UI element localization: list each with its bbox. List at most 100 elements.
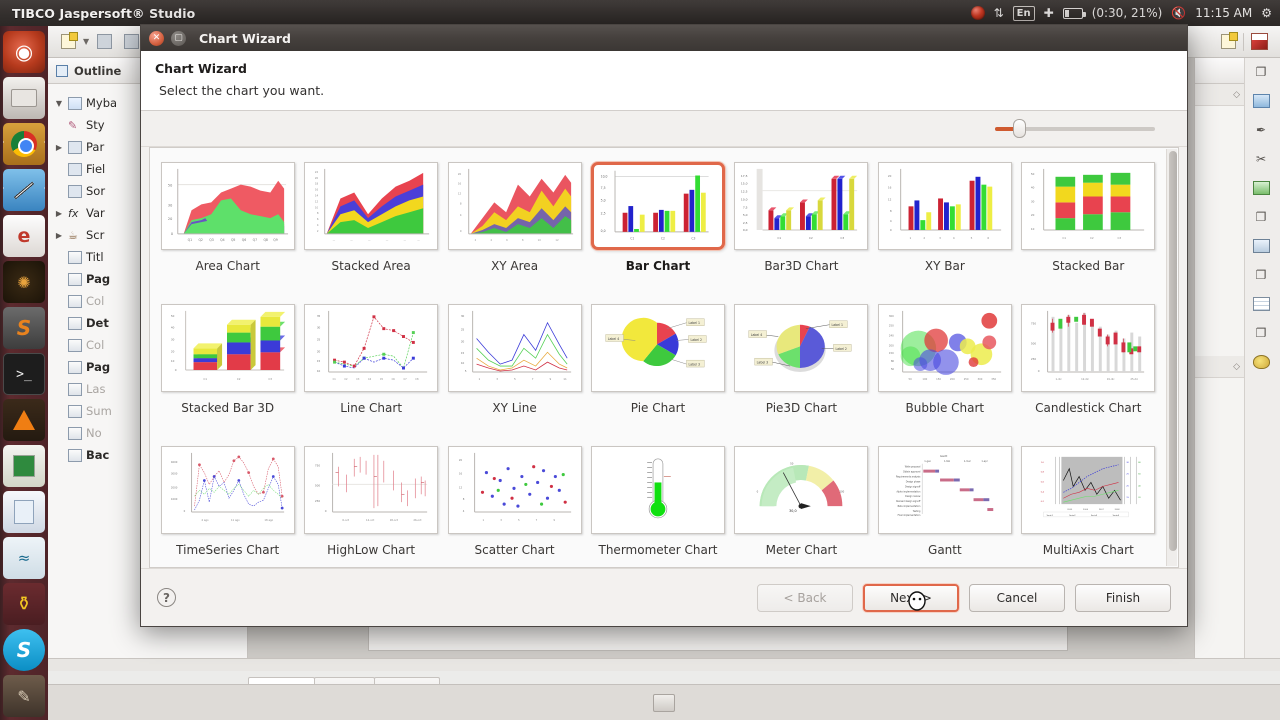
battery-icon[interactable] — [1062, 7, 1086, 19]
table-icon[interactable] — [1250, 294, 1272, 314]
chart-option-xy-line[interactable]: 30 25 20 15 10 5 135 7 9 11 XY Line — [443, 298, 586, 440]
chart-thumbnail[interactable]: 300 250 240 200 150 80 50 50 100 150 200 250 300… — [877, 304, 1012, 392]
image-icon[interactable] — [1250, 236, 1272, 256]
ubuntu-dash-icon[interactable]: ◉ — [3, 31, 45, 73]
copy-icon[interactable]: ❐ — [1250, 323, 1272, 343]
clock[interactable]: 11:15 AM — [1195, 6, 1252, 20]
new-report-icon[interactable] — [56, 30, 80, 54]
chart-option-highlow-chart[interactable]: 750 500 250 0 6-oct 12-oct 18-oct 26-oct Hig… — [299, 440, 442, 567]
chart-thumbnail[interactable]: 30,0 0 50 100 — [734, 446, 869, 534]
twisty-icon[interactable]: ▶ — [54, 143, 64, 152]
maximize-icon[interactable]: ▢ — [171, 30, 186, 46]
chart-thumbnail[interactable]: 20 16 12 8 4 0 2 4 6 8 10 12 — [447, 162, 582, 250]
text-editor-icon[interactable] — [3, 169, 45, 211]
chart-option-xy-bar[interactable]: 20 16 12 840 123 456 XY Bar — [873, 156, 1016, 298]
tomcat-icon[interactable]: ⚱ — [3, 583, 45, 625]
chart-option-multiaxis-chart[interactable]: 1,0 0,8 0,6 0,4 0,2 30 25 20 15 80 60 40 20 2 — [1017, 440, 1160, 567]
chart-thumbnail[interactable]: 750 500 250 0 6-oct 12-oct 18-oct 26-oct — [304, 446, 439, 534]
sublime-text-icon[interactable]: S — [3, 307, 45, 349]
chart-thumbnail[interactable]: 50 40 30 20 10 0 C1 C2 C3 — [160, 304, 295, 392]
chart-option-stacked-bar-3d[interactable]: 50 40 30 20 10 0 C1 C2 C3 Stacked Bar 3D — [156, 298, 299, 440]
chart-option-thermometer-chart[interactable]: Thermometer Chart — [586, 440, 729, 567]
palette-section[interactable]: ◇ — [1195, 356, 1244, 378]
chart-option-xy-area[interactable]: 20 16 12 8 4 0 2 4 6 8 10 12 XY Area — [443, 156, 586, 298]
twisty-icon[interactable]: ▶ — [54, 231, 64, 240]
chart-option-gantt[interactable]: Gantt 1-gen 1-feb 1-mar 1-apr Write propos… — [873, 440, 1016, 567]
palette-section[interactable]: ◇ — [1195, 84, 1244, 106]
chart-thumbnail[interactable]: 50 40 30 20 10 C1 C2 C3 — [1021, 162, 1156, 250]
next-button[interactable]: Next > — [863, 583, 959, 612]
google-chrome-icon[interactable] — [3, 123, 45, 165]
volume-muted-icon[interactable]: 🔇 — [1171, 6, 1186, 20]
chart-option-meter-chart[interactable]: 30,0 0 50 100 Meter Chart — [730, 440, 873, 567]
chart-thumbnail[interactable]: Label 1 Label 2 Label 3 Label 4 — [590, 304, 725, 392]
terminal-icon[interactable]: >_ — [3, 353, 45, 395]
workspace-icon[interactable] — [653, 693, 675, 712]
frame-icon[interactable] — [1250, 91, 1272, 111]
tools-icon[interactable]: ✂ — [1250, 149, 1272, 169]
cancel-button[interactable]: Cancel — [969, 583, 1065, 612]
chart-perspective-icon[interactable] — [1247, 30, 1271, 54]
chevron-down-icon[interactable]: ▼ — [83, 37, 89, 46]
keyboard-layout-indicator[interactable]: En — [1012, 5, 1035, 21]
chart-thumbnail[interactable]: 35 30 25 20 15 10 C1 C2 C3 C4 C5 C6 C7 C8 — [304, 304, 439, 392]
chart-option-pie3d-chart[interactable]: Label 1 Label 2 Label 3 Label 4 Pie3D Ch… — [730, 298, 873, 440]
chart-option-timeseries-chart[interactable]: 4000 3000 2000 1000 0 4 ago 11 ago 18 ago Tim… — [156, 440, 299, 567]
chart-option-stacked-area[interactable]: 22 20 18 16 14 12 10 8 6 4 2 — — — — — — Stacked Ar… — [299, 156, 442, 298]
files-icon[interactable] — [3, 77, 45, 119]
slider-knob[interactable] — [1013, 119, 1026, 138]
thumbnail-size-slider[interactable] — [995, 119, 1155, 138]
chart-thumbnail[interactable]: 20 16 12 8 4 1 3 5 7 9 — [447, 446, 582, 534]
chart-thumbnail[interactable]: 4000 3000 2000 1000 0 4 ago 11 ago 18 ago — [160, 446, 295, 534]
chart-option-bubble-chart[interactable]: 300 250 240 200 150 80 50 50 100 150 200 250 300… — [873, 298, 1016, 440]
eclipse-icon[interactable]: e — [3, 215, 45, 257]
java-ee-ide-icon[interactable]: ✺ — [3, 261, 45, 303]
mysql-workbench-icon[interactable]: ≈ — [3, 537, 45, 579]
color-palette-icon[interactable] — [1250, 352, 1272, 372]
chart-thumbnail[interactable]: Label 1 Label 2 Label 3 Label 4 — [734, 304, 869, 392]
vlc-icon[interactable] — [3, 399, 45, 441]
libreoffice-calc-icon[interactable] — [3, 445, 45, 487]
twisty-icon[interactable]: ▼ — [54, 99, 64, 108]
gallery-scrollbar[interactable] — [1166, 149, 1177, 566]
back-button[interactable]: < Back — [757, 583, 853, 612]
chart-option-bar-chart[interactable]: 10,0 7,5 5,0 2,5 0,0 C1 C2 C3 Bar Chart — [586, 156, 729, 298]
chart-thumbnail[interactable] — [590, 446, 725, 534]
chart-thumbnail[interactable]: 30 25 20 15 10 5 135 7 9 11 — [447, 304, 582, 392]
copy-icon[interactable]: ❐ — [1250, 62, 1272, 82]
chart-option-pie-chart[interactable]: Label 1 Label 2 Label 3 Label 4 Pie Char… — [586, 298, 729, 440]
chart-thumbnail[interactable]: 50 30 20 0 Q1 Q2 Q3 Q4 Q5 Q6 Q7 Q8 Q9 — [160, 162, 295, 250]
svg-text:14: 14 — [315, 193, 319, 197]
chart-thumbnail[interactable]: 22 20 18 16 14 12 10 8 6 4 2 — — — — — — — [304, 162, 439, 250]
new-wizard-icon[interactable] — [1216, 30, 1240, 54]
copy-icon[interactable]: ❐ — [1250, 207, 1272, 227]
session-gear-icon[interactable]: ⚙ — [1261, 6, 1272, 20]
pen-icon[interactable]: ✒ — [1250, 120, 1272, 140]
chart-thumbnail-selected[interactable]: 10,0 7,5 5,0 2,5 0,0 C1 C2 C3 — [590, 162, 725, 250]
copy-icon[interactable]: ❐ — [1250, 265, 1272, 285]
chart-option-line-chart[interactable]: 35 30 25 20 15 10 C1 C2 C3 C4 C5 C6 C7 C8 Line Ch… — [299, 298, 442, 440]
network-updown-icon[interactable]: ⇅ — [994, 6, 1004, 20]
chart-thumbnail[interactable]: 17,5 15,0 12,5 10,0 7,5 5,0 2,5 0,0 C1 C2 C3 — [734, 162, 869, 250]
bluetooth-icon[interactable]: ✚ — [1044, 6, 1054, 20]
libreoffice-writer-icon[interactable] — [3, 491, 45, 533]
chart-thumbnail[interactable]: 20 16 12 840 123 456 — [877, 162, 1012, 250]
chart-thumbnail[interactable]: 750 500 250 0 1-dic 12-dic 19-dic 25-dic — [1021, 304, 1156, 392]
twisty-icon[interactable]: ▶ — [54, 209, 64, 218]
chart-thumbnail[interactable]: 1,0 0,8 0,6 0,4 0,2 30 25 20 15 80 60 40 20 2 — [1021, 446, 1156, 534]
gallery-scrollbar-thumb[interactable] — [1169, 151, 1177, 551]
chart-option-scatter-chart[interactable]: 20 16 12 8 4 1 3 5 7 9 Scatter Chart — [443, 440, 586, 567]
skype-icon[interactable]: S — [3, 629, 45, 671]
record-dot-icon[interactable] — [970, 6, 985, 20]
finish-button[interactable]: Finish — [1075, 583, 1171, 612]
chart-option-candlestick-chart[interactable]: 750 500 250 0 1-dic 12-dic 19-dic 25-dic Can… — [1017, 298, 1160, 440]
chart-option-stacked-bar[interactable]: 50 40 30 20 10 C1 C2 C3 Stacked Bar — [1017, 156, 1160, 298]
help-icon[interactable]: ? — [157, 588, 176, 607]
close-icon[interactable]: ✕ — [149, 30, 164, 46]
chart-option-bar3d-chart[interactable]: 17,5 15,0 12,5 10,0 7,5 5,0 2,5 0,0 C1 C2 C3 Ba… — [730, 156, 873, 298]
chart-option-area-chart[interactable]: 50 30 20 0 Q1 Q2 Q3 Q4 Q5 Q6 Q7 Q8 Q9 Area Cha… — [156, 156, 299, 298]
save-icon[interactable] — [92, 30, 116, 54]
add-field-icon[interactable] — [1250, 178, 1272, 198]
gimp-icon[interactable]: ✎ — [3, 675, 45, 717]
chart-thumbnail[interactable]: Gantt 1-gen 1-feb 1-mar 1-apr Write propos… — [877, 446, 1012, 534]
